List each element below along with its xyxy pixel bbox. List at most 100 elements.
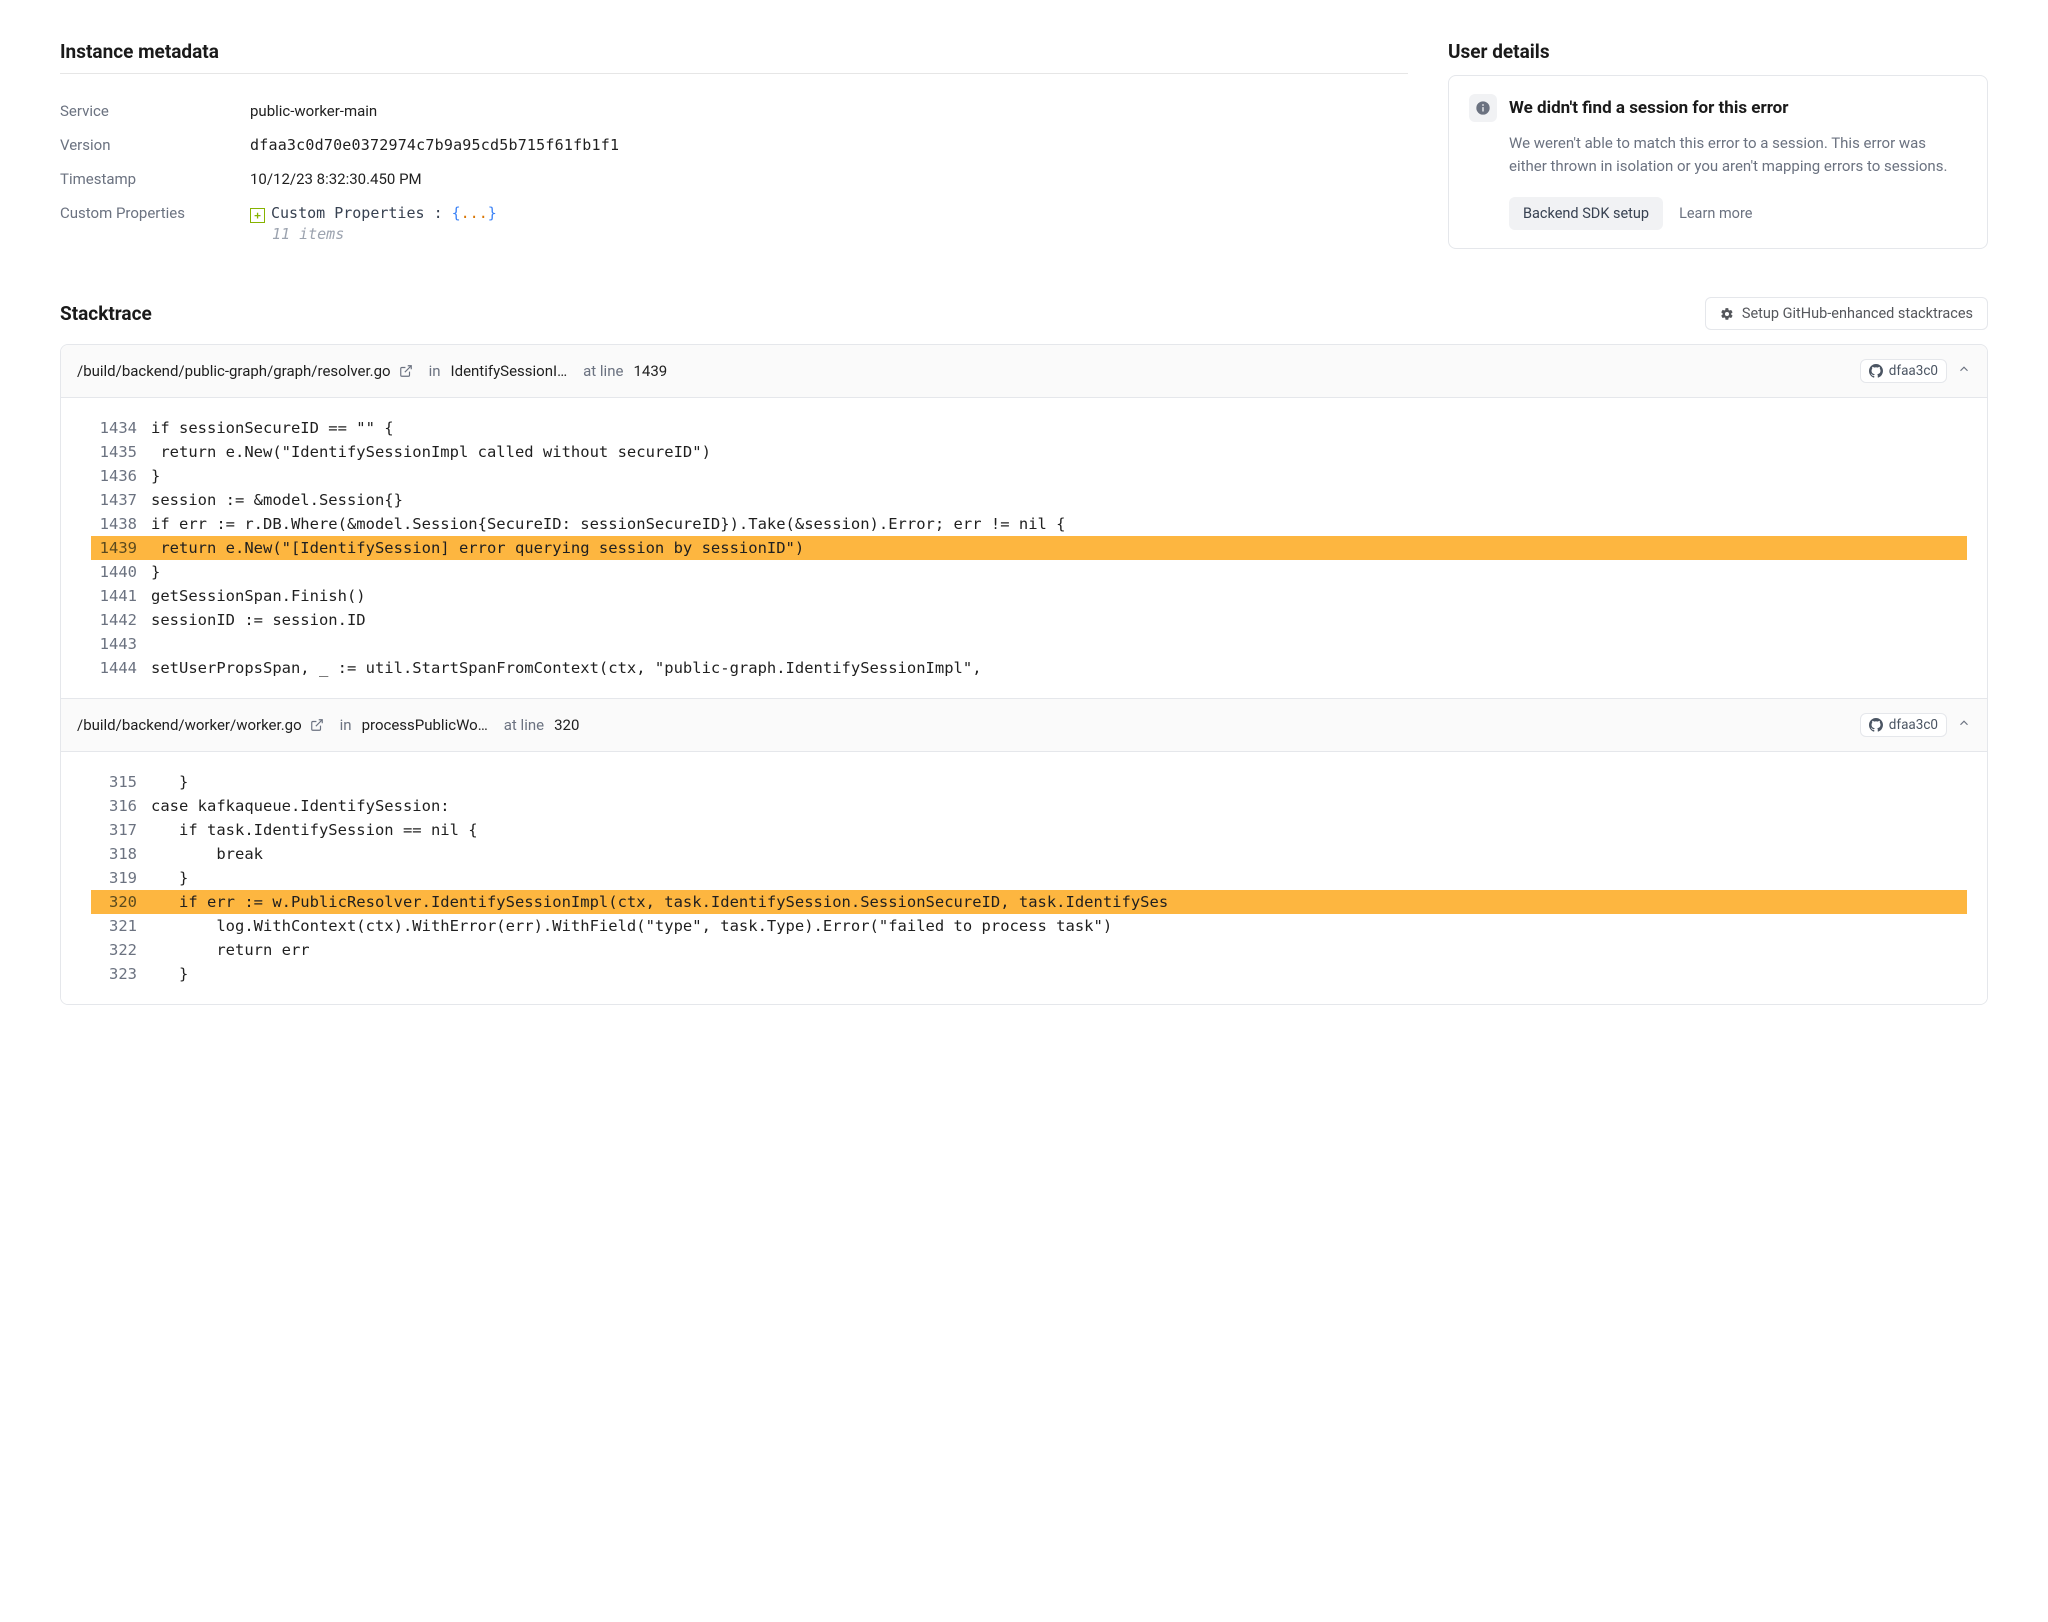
expand-icon: + (250, 208, 265, 223)
line-number: 1434 (91, 416, 151, 440)
code-block: 315 }316case kafkaqueue.IdentifySession:… (61, 752, 1987, 1004)
frame-at-label: at line (583, 362, 623, 380)
frame-function: processPublicWo… (362, 716, 488, 734)
code-block: 1434if sessionSecureID == "" {1435 retur… (61, 398, 1987, 698)
instance-metadata-section: Instance metadata Service public-worker-… (60, 40, 1408, 251)
code-line: 315 } (91, 770, 1967, 794)
frame-in-label: in (340, 716, 352, 734)
line-number: 1435 (91, 440, 151, 464)
stack-frame: /build/backend/worker/worker.goinprocess… (61, 698, 1987, 1004)
line-number: 315 (91, 770, 151, 794)
learn-more-link[interactable]: Learn more (1679, 205, 1752, 222)
line-content: sessionID := session.ID (151, 608, 366, 632)
line-content: } (151, 560, 160, 584)
code-line: 1434if sessionSecureID == "" { (91, 416, 1967, 440)
line-number: 1443 (91, 632, 151, 656)
chevron-up-icon[interactable] (1957, 362, 1971, 380)
version-value: dfaa3c0d70e0372974c7b9a95cd5b715f61fb1f1 (250, 128, 1408, 162)
line-number: 320 (91, 890, 151, 914)
line-content: return err (151, 938, 310, 962)
stack-frame-header[interactable]: /build/backend/public-graph/graph/resolv… (61, 345, 1987, 398)
line-content: return e.New("[IdentifySession] error qu… (151, 536, 804, 560)
backend-sdk-setup-button[interactable]: Backend SDK setup (1509, 197, 1663, 230)
custom-properties-toggle[interactable]: +Custom Properties : {...} (250, 204, 1408, 223)
frame-line-number: 320 (554, 716, 579, 734)
service-value: public-worker-main (250, 94, 1408, 128)
line-content: if err := r.DB.Where(&model.Session{Secu… (151, 512, 1066, 536)
line-number: 323 (91, 962, 151, 986)
user-details-section: User details We didn't find a session fo… (1448, 40, 1988, 249)
line-number: 1444 (91, 656, 151, 680)
line-number: 321 (91, 914, 151, 938)
line-number: 317 (91, 818, 151, 842)
code-line: 318 break (91, 842, 1967, 866)
line-number: 322 (91, 938, 151, 962)
info-icon (1469, 94, 1497, 122)
code-line: 1441getSessionSpan.Finish() (91, 584, 1967, 608)
line-content: case kafkaqueue.IdentifySession: (151, 794, 450, 818)
line-content: return e.New("IdentifySessionImpl called… (151, 440, 711, 464)
instance-metadata-title: Instance metadata (60, 40, 1408, 74)
code-line: 322 return err (91, 938, 1967, 962)
external-link-icon[interactable] (399, 364, 413, 378)
code-line: 1442sessionID := session.ID (91, 608, 1967, 632)
line-number: 1437 (91, 488, 151, 512)
line-content: setUserPropsSpan, _ := util.StartSpanFro… (151, 656, 982, 680)
code-line: 319 } (91, 866, 1967, 890)
custom-properties-label: Custom Properties (60, 196, 250, 251)
external-link-icon[interactable] (310, 718, 324, 732)
code-line: 1439 return e.New("[IdentifySession] err… (91, 536, 1967, 560)
line-content: } (151, 770, 188, 794)
stack-frame-header[interactable]: /build/backend/worker/worker.goinprocess… (61, 699, 1987, 752)
stacktrace-section: Stacktrace Setup GitHub-enhanced stacktr… (60, 297, 1988, 1005)
version-label: Version (60, 128, 250, 162)
chevron-up-icon[interactable] (1957, 716, 1971, 734)
code-line: 320 if err := w.PublicResolver.IdentifyS… (91, 890, 1967, 914)
line-number: 1440 (91, 560, 151, 584)
custom-properties-count: 11 items (272, 225, 1408, 243)
code-line: 321 log.WithContext(ctx).WithError(err).… (91, 914, 1967, 938)
code-line: 1440} (91, 560, 1967, 584)
line-content: log.WithContext(ctx).WithError(err).With… (151, 914, 1112, 938)
user-details-title: User details (1448, 40, 1988, 75)
timestamp-value: 10/12/23 8:32:30.450 PM (250, 162, 1408, 196)
stack-frame: /build/backend/public-graph/graph/resolv… (61, 345, 1987, 698)
commit-chip[interactable]: dfaa3c0 (1860, 359, 1947, 383)
gear-icon (1720, 307, 1734, 321)
line-content: if sessionSecureID == "" { (151, 416, 394, 440)
code-line: 323 } (91, 962, 1967, 986)
line-content: getSessionSpan.Finish() (151, 584, 366, 608)
code-line: 1436} (91, 464, 1967, 488)
line-content: } (151, 464, 160, 488)
line-number: 318 (91, 842, 151, 866)
no-session-body: We weren't able to match this error to a… (1509, 132, 1967, 179)
frame-at-label: at line (504, 716, 544, 734)
code-line: 1444setUserPropsSpan, _ := util.StartSpa… (91, 656, 1967, 680)
code-line: 1437session := &model.Session{} (91, 488, 1967, 512)
line-number: 319 (91, 866, 151, 890)
code-line: 1443 (91, 632, 1967, 656)
line-number: 1441 (91, 584, 151, 608)
code-line: 1438if err := r.DB.Where(&model.Session{… (91, 512, 1967, 536)
commit-chip[interactable]: dfaa3c0 (1860, 713, 1947, 737)
line-number: 1436 (91, 464, 151, 488)
line-content: if task.IdentifySession == nil { (151, 818, 478, 842)
stacktrace-title: Stacktrace (60, 302, 152, 325)
line-number: 1442 (91, 608, 151, 632)
line-number: 1438 (91, 512, 151, 536)
line-content: if err := w.PublicResolver.IdentifySessi… (151, 890, 1168, 914)
no-session-heading: We didn't find a session for this error (1509, 98, 1788, 118)
line-content: } (151, 962, 188, 986)
setup-github-stacktraces-button[interactable]: Setup GitHub-enhanced stacktraces (1705, 297, 1988, 330)
frame-path: /build/backend/public-graph/graph/resolv… (77, 362, 391, 380)
code-line: 317 if task.IdentifySession == nil { (91, 818, 1967, 842)
line-content: session := &model.Session{} (151, 488, 403, 512)
line-content: } (151, 866, 188, 890)
frame-function: IdentifySessionI… (451, 362, 568, 380)
code-line: 316case kafkaqueue.IdentifySession: (91, 794, 1967, 818)
frame-in-label: in (429, 362, 441, 380)
timestamp-label: Timestamp (60, 162, 250, 196)
code-line: 1435 return e.New("IdentifySessionImpl c… (91, 440, 1967, 464)
line-number: 1439 (91, 536, 151, 560)
frame-line-number: 1439 (633, 362, 667, 380)
